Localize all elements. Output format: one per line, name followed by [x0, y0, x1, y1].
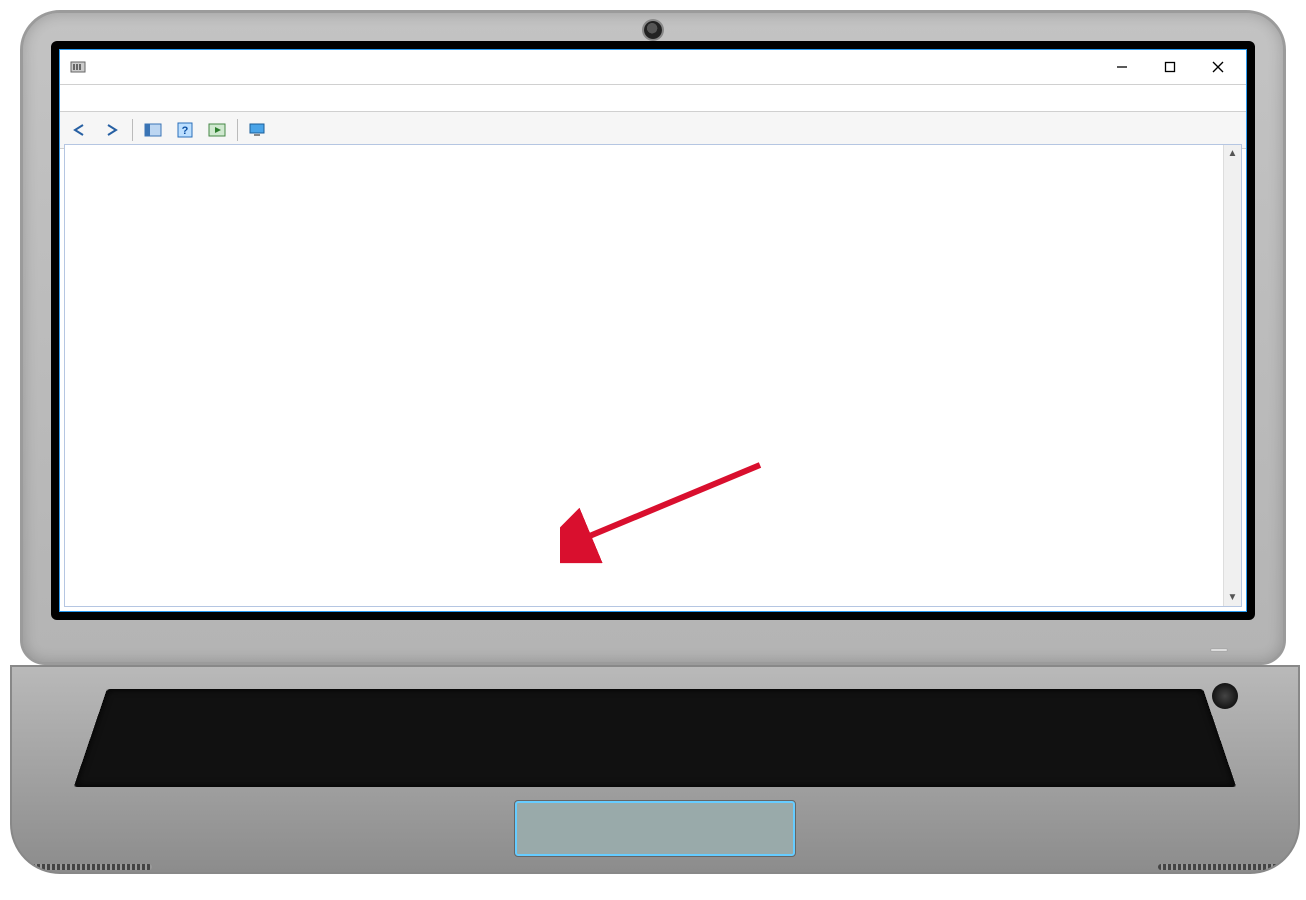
toolbar-properties-button[interactable]: [243, 116, 273, 144]
power-button-icon: [1212, 683, 1238, 709]
arrow-left-icon: [71, 123, 89, 137]
touchpad: [514, 800, 796, 857]
toolbar-help-button[interactable]: ?: [170, 116, 200, 144]
minimize-button[interactable]: [1098, 50, 1146, 84]
laptop-brand: [23, 620, 1283, 662]
arrow-right-icon: [103, 123, 121, 137]
help-icon: ?: [176, 122, 194, 138]
close-button[interactable]: [1194, 50, 1242, 84]
toolbar-scan-button[interactable]: [202, 116, 232, 144]
webcam-lens: [644, 21, 662, 39]
laptop-frame: ? ▲ ▼: [20, 10, 1286, 874]
toolbar-divider: [237, 119, 238, 141]
monitor-icon: [248, 122, 268, 138]
device-manager-window: ? ▲ ▼: [59, 49, 1247, 612]
toolbar-back-button[interactable]: [65, 116, 95, 144]
svg-text:?: ?: [182, 125, 189, 137]
toolbar-show-hidden-button[interactable]: [138, 116, 168, 144]
laptop-lid: ? ▲ ▼: [20, 10, 1286, 665]
client-area: ▲ ▼: [64, 144, 1242, 607]
toolbar-divider: [132, 119, 133, 141]
laptop-model-badge: [1210, 648, 1228, 652]
scan-icon: [208, 122, 226, 138]
keyboard: [74, 689, 1237, 787]
menubar: [60, 85, 1246, 112]
app-icon: [70, 59, 86, 75]
scroll-up-button[interactable]: ▲: [1224, 145, 1241, 162]
titlebar: [60, 50, 1246, 85]
laptop-base: [10, 665, 1300, 874]
scroll-down-button[interactable]: ▼: [1224, 589, 1241, 606]
screen-bezel: ? ▲ ▼: [51, 41, 1255, 620]
maximize-button[interactable]: [1146, 50, 1194, 84]
device-tree[interactable]: [65, 145, 1223, 606]
panel-icon: [144, 122, 162, 138]
toolbar-forward-button[interactable]: [97, 116, 127, 144]
vertical-scrollbar[interactable]: ▲ ▼: [1223, 145, 1241, 606]
